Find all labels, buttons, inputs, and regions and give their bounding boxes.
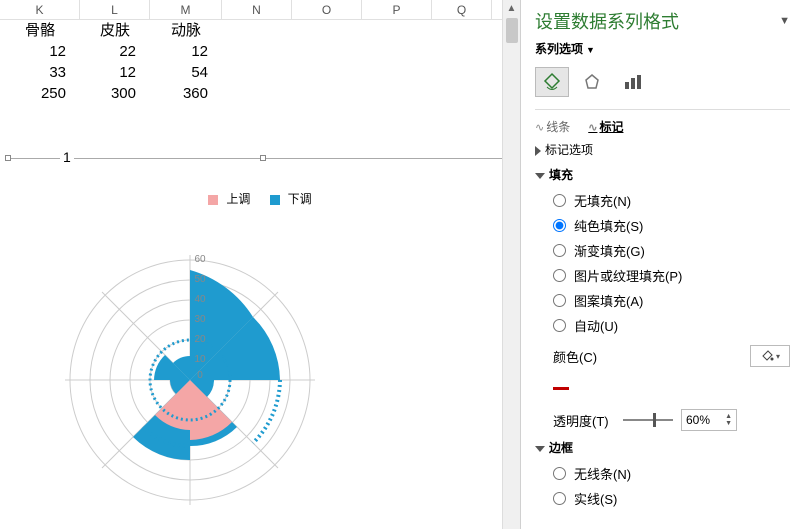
color-swatch (553, 387, 569, 390)
svg-text:30: 30 (194, 314, 206, 325)
cell[interactable]: 33 (0, 62, 80, 83)
tab-marker[interactable]: ∿标记 (588, 118, 623, 135)
cell[interactable]: 360 (150, 83, 222, 104)
col-M[interactable]: M (150, 0, 222, 19)
fill-line-icon[interactable] (535, 67, 569, 97)
radar-chart[interactable]: 0 10 20 30 40 50 60 (40, 215, 340, 515)
format-pane: 设置数据系列格式 ▼ 系列选项▼ ∿线条 ∿标记 标记选项 填充 无填充(N) … (520, 0, 800, 529)
transparency-label: 透明度(T) (553, 411, 623, 430)
scroll-up-icon[interactable]: ▲ (503, 0, 520, 18)
tab-line[interactable]: ∿线条 (535, 118, 570, 135)
legend-swatch-down (270, 195, 280, 205)
table-row: 250 300 360 (0, 83, 520, 104)
fill-picture-radio[interactable]: 图片或纹理填充(P) (553, 266, 790, 285)
chart-selection-label: 1 (60, 149, 74, 165)
cell[interactable]: 12 (0, 41, 80, 62)
fill-gradient-radio[interactable]: 渐变填充(G) (553, 241, 790, 260)
col-K[interactable]: K (0, 0, 80, 19)
cell[interactable]: 250 (0, 83, 80, 104)
series-options-icon[interactable] (615, 67, 649, 97)
svg-text:40: 40 (194, 294, 206, 305)
col-P[interactable]: P (362, 0, 432, 19)
svg-text:0: 0 (197, 370, 203, 381)
fill-auto-radio[interactable]: 自动(U) (553, 316, 790, 335)
table-row: 12 22 12 (0, 41, 520, 62)
svg-text:60: 60 (194, 254, 206, 265)
legend-swatch-up (208, 195, 218, 205)
border-solid-radio[interactable]: 实线(S) (553, 489, 790, 508)
chart-selection-bar[interactable]: 1 (5, 158, 515, 176)
color-picker-button[interactable]: ▾ (750, 345, 790, 367)
scroll-thumb[interactable] (506, 18, 518, 43)
paint-bucket-icon (760, 349, 774, 363)
series-options-dropdown[interactable]: 系列选项▼ (535, 40, 790, 57)
fill-section-header[interactable]: 填充 (535, 166, 790, 183)
svg-text:20: 20 (194, 334, 206, 345)
table-row: 33 12 54 (0, 62, 520, 83)
transparency-slider[interactable] (623, 419, 673, 421)
column-header-row: K L M N O P Q (0, 0, 520, 20)
vertical-scrollbar[interactable]: ▲ (502, 0, 520, 529)
cell[interactable]: 300 (80, 83, 150, 104)
fill-none-radio[interactable]: 无填充(N) (553, 191, 790, 210)
border-section-header[interactable]: 边框 (535, 439, 790, 456)
fill-solid-radio[interactable]: 纯色填充(S) (553, 216, 790, 235)
transparency-spinner[interactable]: 60% ▲▼ (681, 409, 737, 431)
cell-header-M[interactable]: 动脉 (150, 20, 222, 41)
panel-title: 设置数据系列格式 (535, 8, 679, 34)
cell[interactable]: 22 (80, 41, 150, 62)
legend-label-down[interactable]: 下调 (288, 192, 312, 206)
effects-icon[interactable] (575, 67, 609, 97)
cell[interactable]: 12 (80, 62, 150, 83)
panel-dropdown-icon[interactable]: ▼ (779, 15, 790, 27)
col-Q[interactable]: Q (432, 0, 492, 19)
col-L[interactable]: L (80, 0, 150, 19)
col-N[interactable]: N (222, 0, 292, 19)
table-header-row: 骨骼 皮肤 动脉 (0, 20, 520, 41)
cell-header-K[interactable]: 骨骼 (0, 20, 80, 41)
border-none-radio[interactable]: 无线条(N) (553, 464, 790, 483)
svg-text:10: 10 (194, 354, 206, 365)
cell-header-L[interactable]: 皮肤 (80, 20, 150, 41)
legend-label-up[interactable]: 上调 (226, 192, 250, 206)
col-O[interactable]: O (292, 0, 362, 19)
cell[interactable]: 12 (150, 41, 222, 62)
marker-options-header[interactable]: 标记选项 (535, 141, 790, 158)
cell[interactable]: 54 (150, 62, 222, 83)
chart-legend: 上调 下调 (0, 190, 520, 207)
svg-text:50: 50 (194, 274, 206, 285)
fill-pattern-radio[interactable]: 图案填充(A) (553, 291, 790, 310)
color-label: 颜色(C) (553, 347, 623, 366)
